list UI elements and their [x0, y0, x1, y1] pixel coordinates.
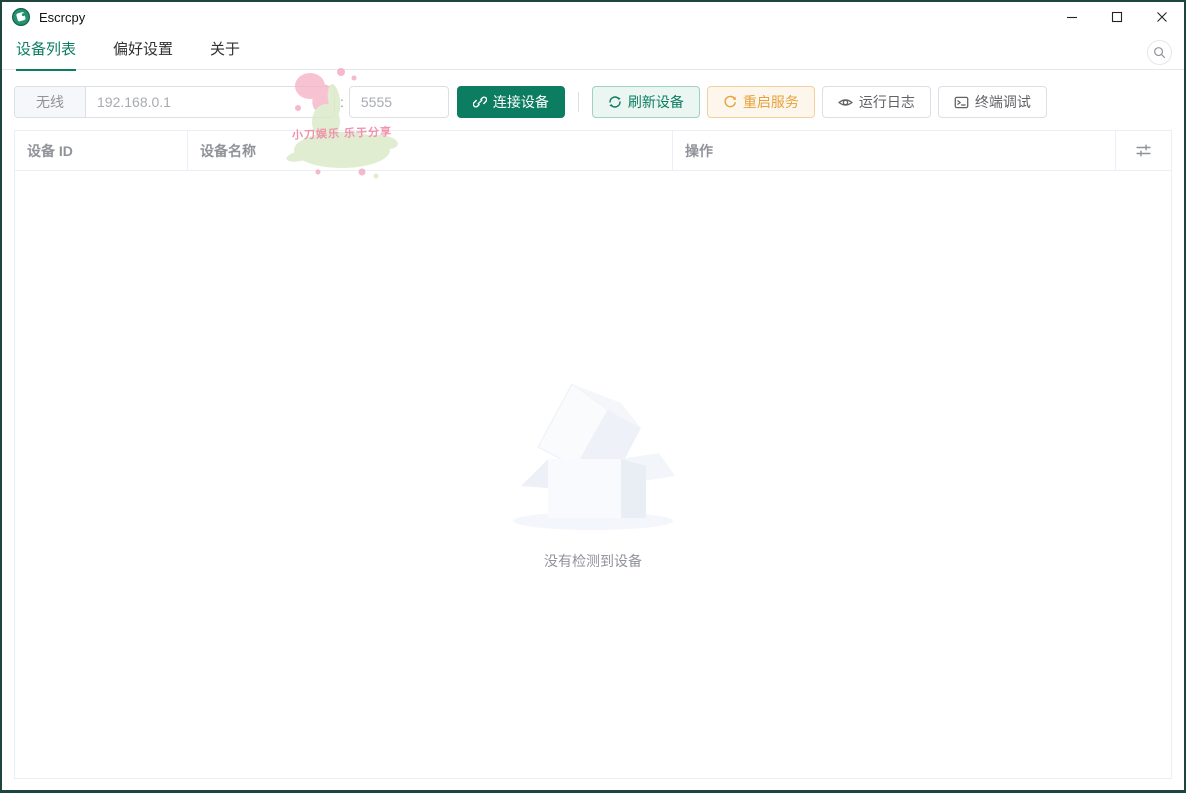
device-table-header: 设备 ID 设备名称 操作 [15, 131, 1171, 171]
wireless-address-group: 无线 [14, 86, 335, 118]
device-table-body: 没有检测到设备 [15, 171, 1171, 778]
connect-device-label: 连接设备 [492, 94, 549, 110]
connection-toolbar: 无线 : 连接设备 [2, 70, 1184, 118]
run-logs-button[interactable]: 运行日志 [821, 86, 931, 118]
column-settings-button[interactable] [1116, 131, 1171, 170]
connect-device-button[interactable]: 连接设备 [456, 86, 565, 118]
tab-bar: 设备列表 偏好设置 关于 [2, 32, 1184, 71]
app-logo-icon [12, 8, 30, 26]
refresh-icon [609, 96, 621, 108]
ip-port-separator: : [340, 94, 344, 110]
column-header-device-id: 设备 ID [15, 131, 188, 170]
eye-icon [837, 98, 853, 106]
app-title: Escrcpy [39, 9, 86, 25]
restart-service-label: 重启服务 [742, 94, 799, 110]
terminal-debug-button[interactable]: 终端调试 [937, 86, 1047, 118]
toolbar-divider [577, 92, 579, 112]
empty-box-illustration [513, 382, 675, 530]
tab-about[interactable]: 关于 [210, 32, 240, 70]
title-bar: Escrcpy [2, 2, 1184, 32]
column-header-operations: 操作 [673, 131, 1116, 170]
column-header-device-name: 设备名称 [188, 131, 673, 170]
restart-service-button[interactable]: 重启服务 [706, 86, 815, 118]
tab-preferences[interactable]: 偏好设置 [113, 32, 173, 70]
maximize-icon [1111, 11, 1122, 23]
column-settings-icon [1136, 144, 1151, 157]
app-window: Escrcpy 设备列表 偏好设置 关于 无线 : [0, 0, 1186, 793]
maximize-button[interactable] [1094, 2, 1139, 32]
port-input[interactable] [348, 86, 449, 118]
refresh-devices-button[interactable]: 刷新设备 [591, 86, 700, 118]
terminal-icon [954, 96, 969, 108]
link-icon [472, 96, 487, 108]
device-table: 设备 ID 设备名称 操作 没有检测到设备 [14, 130, 1172, 779]
refresh-devices-label: 刷新设备 [627, 94, 684, 110]
ip-address-input[interactable] [86, 87, 334, 117]
restart-icon [724, 95, 736, 108]
run-logs-label: 运行日志 [858, 94, 915, 110]
connection-mode-label: 无线 [15, 87, 86, 117]
minimize-icon [1066, 16, 1077, 19]
search-button[interactable] [1147, 40, 1172, 65]
minimize-button[interactable] [1049, 2, 1094, 32]
close-button[interactable] [1139, 2, 1184, 32]
search-icon [1154, 47, 1166, 59]
empty-state-message: 没有检测到设备 [544, 552, 642, 569]
close-icon [1156, 12, 1167, 22]
terminal-debug-label: 终端调试 [974, 94, 1031, 110]
tab-device-list[interactable]: 设备列表 [16, 32, 77, 71]
